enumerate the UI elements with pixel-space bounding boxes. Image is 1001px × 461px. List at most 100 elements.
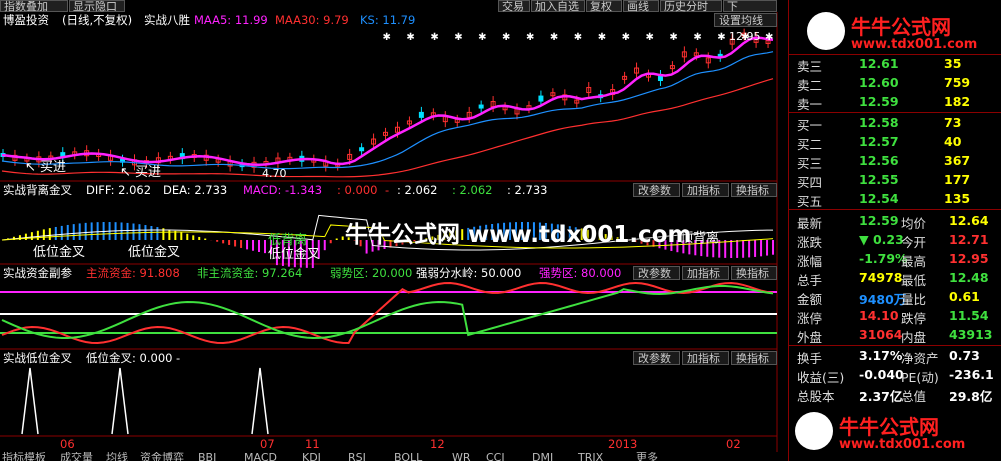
ks-line: [1, 51, 774, 170]
level-price: 12.61: [859, 56, 899, 71]
macd-add-indicator-button[interactable]: 加指标: [682, 183, 729, 197]
star-marker: ✱: [765, 32, 773, 43]
quote-key: 总手: [797, 273, 823, 288]
x-axis-label-07: 07: [260, 437, 275, 451]
non-main-fund-line: [1, 285, 774, 339]
bottom-tab-4[interactable]: BBI: [198, 452, 216, 461]
price-low-marker: 4.70: [262, 167, 287, 180]
maa5-line: [1, 36, 774, 167]
candle-body: [478, 104, 484, 109]
fund-edit-params-button[interactable]: 改参数: [633, 266, 680, 280]
quote-row-pct: 涨幅 -1.79% 最高 12.95: [789, 250, 999, 269]
star-marker: ✱: [430, 32, 438, 43]
fund-change-indicator-button[interactable]: 换指标: [731, 266, 777, 280]
sell-level-1[interactable]: 卖一 12.59 182: [789, 93, 999, 112]
main-fund-value: 主流资金: 91.808: [86, 266, 180, 280]
star-marker: ✱: [622, 32, 630, 43]
logo-url: www.tdx001.com: [839, 437, 966, 452]
quote-row-latest: 最新 12.59 均价 12.64: [789, 212, 999, 231]
quote-key: 涨停: [797, 311, 823, 326]
annotation-low-cross-3: 低位金叉: [268, 247, 321, 262]
level-price: 12.57: [859, 134, 899, 149]
quote-key: 跌停: [901, 311, 927, 326]
quote-key: 收益(三): [797, 370, 845, 385]
level-volume: 73: [944, 115, 962, 130]
quote-value: 12.71: [949, 232, 989, 247]
candle-body: [538, 95, 544, 102]
low-edit-params-label: 改参数: [638, 352, 671, 365]
star-marker: ✱: [693, 32, 701, 43]
macd-change-indicator-button[interactable]: 换指标: [731, 183, 777, 197]
bottom-tab-6[interactable]: KDJ: [302, 452, 321, 461]
quote-value: -0.040: [859, 367, 904, 382]
level-volume: 367: [944, 153, 971, 168]
level-label: 买四: [797, 175, 823, 190]
star-marker: ✱: [669, 32, 677, 43]
low-cross-dash: -: [176, 351, 181, 365]
bottom-tab-5[interactable]: MACD: [244, 452, 277, 461]
bottom-tab-0[interactable]: 指标模板: [2, 452, 46, 461]
cow-logo-icon: [807, 12, 845, 50]
quote-value: 3.17%: [859, 348, 903, 363]
quote-value: 74978: [859, 270, 903, 285]
low-add-indicator-button[interactable]: 加指标: [682, 351, 729, 365]
stock-name: 博盈投资: [3, 13, 49, 27]
quote-value: 12.59: [859, 213, 899, 228]
macd-edit-params-button[interactable]: 改参数: [633, 183, 680, 197]
quote-value: 12.95: [949, 251, 989, 266]
star-marker: ✱: [526, 32, 534, 43]
level-label: 买三: [797, 156, 823, 171]
quote-value: 12.64: [949, 213, 989, 228]
low-edit-params-button[interactable]: 改参数: [633, 351, 680, 365]
buy-level-4[interactable]: 买四 12.55 177: [789, 171, 999, 190]
star-marker: ✱: [406, 32, 414, 43]
bottom-tab-10[interactable]: CCI: [486, 452, 505, 461]
quote-key: 最新: [797, 216, 823, 231]
level-volume: 759: [944, 75, 971, 90]
quote-value: 2.37亿: [859, 389, 903, 404]
buy-level-1[interactable]: 买一 12.58 73: [789, 114, 999, 133]
sell-level-3[interactable]: 卖三 12.61 35: [789, 55, 999, 74]
sell-level-2[interactable]: 卖二 12.60 759: [789, 74, 999, 93]
bottom-tab-1[interactable]: 成交量: [60, 452, 93, 461]
level-volume: 135: [944, 191, 971, 206]
low-panel-title: 实战低位金叉: [3, 351, 72, 365]
bottom-tab-3[interactable]: 资金博弈: [140, 452, 184, 461]
quote-row-lim_up: 涨停 14.10 跌停 11.54: [789, 307, 999, 326]
quote-key: 净资产: [901, 351, 939, 366]
low-change-indicator-button[interactable]: 换指标: [731, 351, 777, 365]
macd-v5: -: [385, 183, 390, 197]
level-price: 12.55: [859, 172, 899, 187]
bottom-tab-12[interactable]: TRIX: [578, 452, 603, 461]
level-price: 12.56: [859, 153, 899, 168]
x-axis-label-2013: 2013: [608, 437, 638, 451]
quote-value: 31064: [859, 327, 903, 342]
bottom-tab-2[interactable]: 均线: [106, 452, 128, 461]
level-label: 卖一: [797, 97, 823, 112]
low-cross-spike: [21, 367, 39, 435]
level-volume: 182: [944, 94, 971, 109]
fund-add-indicator-button[interactable]: 加指标: [682, 266, 729, 280]
star-marker: ✱: [598, 32, 606, 43]
quote-value: 11.54: [949, 308, 989, 323]
buy-level-2[interactable]: 买二 12.57 40: [789, 133, 999, 152]
macd-v4: : 0.000: [337, 183, 378, 197]
bottom-tab-9[interactable]: WR: [452, 452, 471, 461]
star-marker: ✱: [574, 32, 582, 43]
fund-panel-title: 实战资金副参: [3, 266, 72, 280]
bottom-tab-8[interactable]: BOLL: [394, 452, 422, 461]
level-label: 卖三: [797, 59, 823, 74]
bottom-tab-11[interactable]: DMI: [532, 452, 553, 461]
quote-key: 内盘: [901, 330, 927, 345]
buy-level-5[interactable]: 买五 12.54 135: [789, 190, 999, 209]
annotation-low-divergence: 低背离: [268, 233, 308, 248]
quote-key: 外盘: [797, 330, 823, 345]
buy-signal-1: ↖ 买进: [25, 160, 67, 175]
bottom-tab-13[interactable]: 更多: [636, 452, 658, 461]
buy-level-3[interactable]: 买三 12.56 367: [789, 152, 999, 171]
set-ma-button[interactable]: 设置均线: [714, 13, 777, 27]
bottom-tab-7[interactable]: RSI: [348, 452, 366, 461]
quote-value: 0.61: [949, 289, 980, 304]
star-marker: ✱: [454, 32, 462, 43]
ks-value: KS: 11.79: [360, 13, 416, 27]
